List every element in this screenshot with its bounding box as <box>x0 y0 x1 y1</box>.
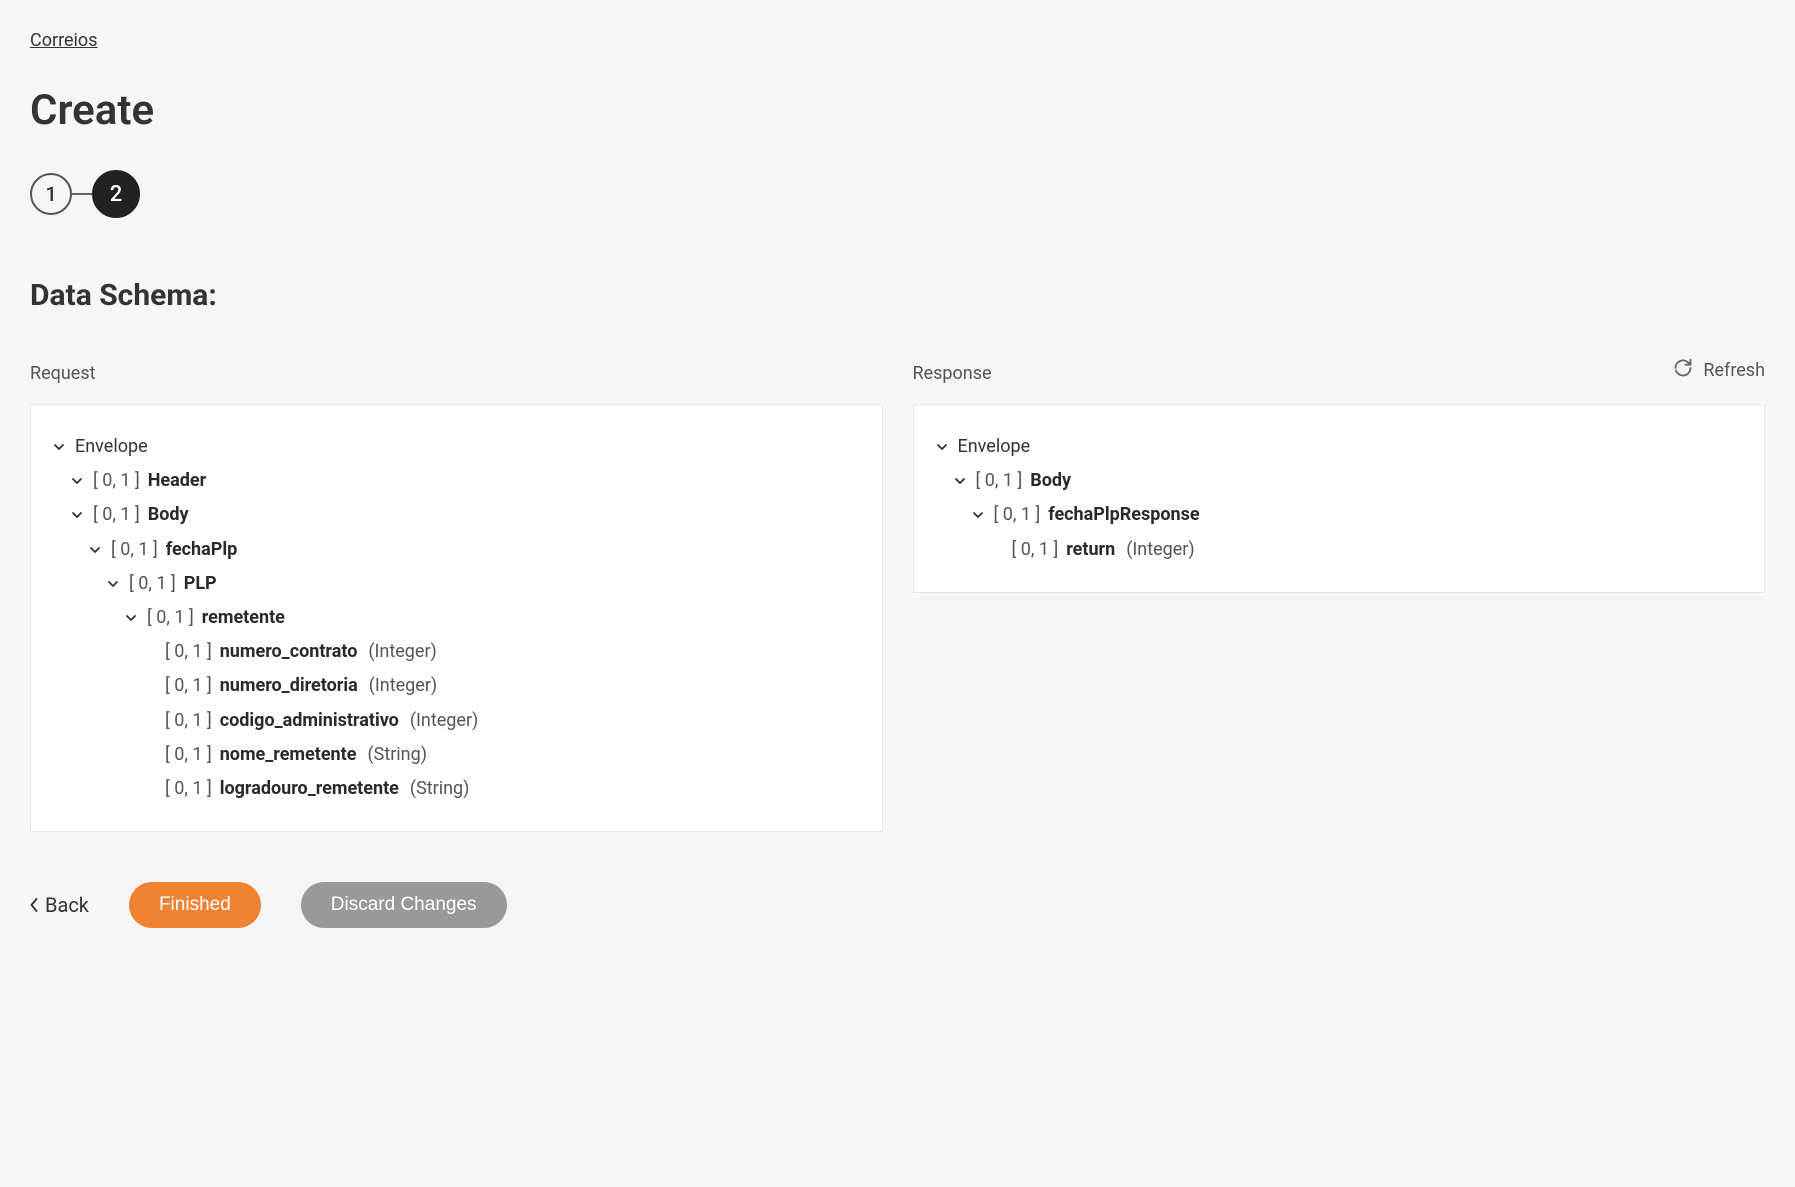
tree-node-type: (Integer) <box>1126 533 1194 567</box>
cardinality-label: [ 0, 1 ] <box>165 635 212 669</box>
discard-button[interactable]: Discard Changes <box>301 882 507 928</box>
cardinality-label: [ 0, 1 ] <box>165 738 212 772</box>
chevron-left-icon <box>30 893 39 917</box>
tree-node-name: Body <box>148 498 189 532</box>
tree-row: [ 0, 1 ]logradouro_remetente (String) <box>51 772 862 806</box>
breadcrumb-link[interactable]: Correios <box>30 30 98 51</box>
chevron-down-icon[interactable] <box>69 475 85 487</box>
tree-node-type: (String) <box>410 772 470 806</box>
tree-row: [ 0, 1 ]PLP <box>51 567 862 601</box>
cardinality-label: [ 0, 1 ] <box>994 498 1041 532</box>
tree-row: [ 0, 1 ]return (Integer) <box>934 533 1745 567</box>
tree-node-name: nome_remetente <box>220 738 357 772</box>
tree-node-name: numero_diretoria <box>220 669 358 703</box>
cardinality-label: [ 0, 1 ] <box>93 498 140 532</box>
footer-actions: Back Finished Discard Changes <box>30 882 1765 928</box>
tree-node-type: (String) <box>367 738 427 772</box>
tree-node-name: remetente <box>202 601 285 635</box>
back-label: Back <box>45 893 89 917</box>
tree-node-name: fechaPlpResponse <box>1048 498 1199 532</box>
page-title: Create <box>30 86 1765 135</box>
tree-row: [ 0, 1 ]numero_diretoria (Integer) <box>51 669 862 703</box>
tree-node-name: codigo_administrativo <box>220 704 399 738</box>
cardinality-label: [ 0, 1 ] <box>1012 533 1059 567</box>
chevron-down-icon[interactable] <box>51 441 67 453</box>
cardinality-label: [ 0, 1 ] <box>93 464 140 498</box>
tree-row: Envelope <box>934 430 1745 464</box>
chevron-down-icon[interactable] <box>952 475 968 487</box>
chevron-down-icon[interactable] <box>970 509 986 521</box>
cardinality-label: [ 0, 1 ] <box>976 464 1023 498</box>
tree-node-name: fechaPlp <box>166 533 238 567</box>
tree-node-name: Envelope <box>75 430 148 464</box>
tree-row: [ 0, 1 ]Body <box>934 464 1745 498</box>
tree-row: [ 0, 1 ]nome_remetente (String) <box>51 738 862 772</box>
chevron-down-icon[interactable] <box>87 544 103 556</box>
stepper: 1 2 <box>30 170 1765 218</box>
tree-node-name: Envelope <box>958 430 1031 464</box>
tree-node-name: Body <box>1030 464 1071 498</box>
cardinality-label: [ 0, 1 ] <box>165 772 212 806</box>
finished-button[interactable]: Finished <box>129 882 261 928</box>
step-connector <box>72 193 92 195</box>
tree-row: Envelope <box>51 430 862 464</box>
response-panel: Envelope[ 0, 1 ]Body[ 0, 1 ]fechaPlpResp… <box>913 404 1766 593</box>
tree-row: [ 0, 1 ]Body <box>51 498 862 532</box>
chevron-down-icon[interactable] <box>69 509 85 521</box>
request-label: Request <box>30 363 883 384</box>
tree-node-type: (Integer) <box>410 704 478 738</box>
cardinality-label: [ 0, 1 ] <box>165 669 212 703</box>
tree-row: [ 0, 1 ]codigo_administrativo (Integer) <box>51 704 862 738</box>
tree-row: [ 0, 1 ]numero_contrato (Integer) <box>51 635 862 669</box>
tree-node-type: (Integer) <box>368 635 436 669</box>
chevron-down-icon[interactable] <box>105 578 121 590</box>
tree-node-name: PLP <box>184 567 217 601</box>
back-button[interactable]: Back <box>30 893 89 917</box>
tree-row: [ 0, 1 ]fechaPlpResponse <box>934 498 1745 532</box>
tree-node-name: Header <box>148 464 207 498</box>
tree-node-name: logradouro_remetente <box>220 772 399 806</box>
tree-row: [ 0, 1 ]Header <box>51 464 862 498</box>
section-heading: Data Schema: <box>30 278 1765 313</box>
response-label: Response <box>913 363 1766 384</box>
tree-row: [ 0, 1 ]remetente <box>51 601 862 635</box>
cardinality-label: [ 0, 1 ] <box>129 567 176 601</box>
tree-node-name: return <box>1066 533 1115 567</box>
step-1[interactable]: 1 <box>30 173 72 215</box>
tree-row: [ 0, 1 ]fechaPlp <box>51 533 862 567</box>
tree-node-type: (Integer) <box>369 669 437 703</box>
chevron-down-icon[interactable] <box>934 441 950 453</box>
cardinality-label: [ 0, 1 ] <box>147 601 194 635</box>
tree-node-name: numero_contrato <box>220 635 358 669</box>
chevron-down-icon[interactable] <box>123 612 139 624</box>
cardinality-label: [ 0, 1 ] <box>111 533 158 567</box>
step-2[interactable]: 2 <box>92 170 140 218</box>
cardinality-label: [ 0, 1 ] <box>165 704 212 738</box>
request-panel: Envelope[ 0, 1 ]Header[ 0, 1 ]Body[ 0, 1… <box>30 404 883 832</box>
